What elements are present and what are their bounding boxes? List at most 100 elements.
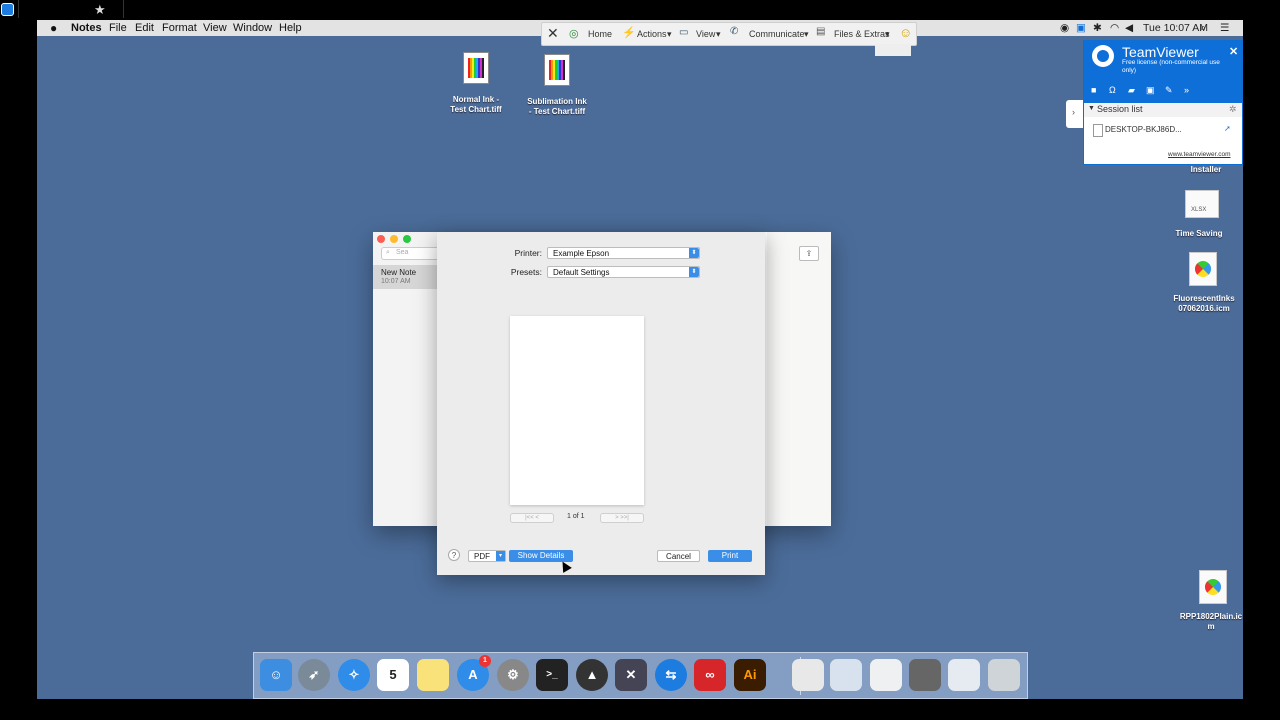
tiff-file-icon[interactable] — [463, 52, 489, 84]
inkscape-icon[interactable]: ▲ — [576, 659, 608, 691]
icc-profile-icon[interactable] — [1199, 570, 1227, 604]
calendar-icon[interactable]: 5 — [377, 659, 409, 691]
menu-help[interactable]: Help — [279, 22, 302, 34]
close-session-icon[interactable]: ✕ — [547, 25, 559, 42]
app-store-icon[interactable]: A 1 — [457, 655, 491, 691]
launchpad-icon[interactable]: ➶ — [298, 659, 330, 691]
toolbar-communicate[interactable]: Communicate — [749, 29, 805, 39]
notes-app-icon[interactable] — [417, 659, 449, 691]
bluetooth-icon[interactable]: ✱ — [1093, 22, 1102, 34]
triangle-down-icon: ▼ — [1088, 105, 1095, 112]
home-icon[interactable]: ◎ — [569, 27, 579, 40]
apple-menu-icon[interactable]: ● — [50, 21, 57, 35]
printer-label: Printer: — [514, 248, 542, 258]
dock: ☺ ➶ ✧ 5 A 1 ⚙ >_ ▲ ✕ ⇆ ∞ Ai — [253, 652, 1028, 699]
session-device-row[interactable]: DESKTOP-BKJ86D... ➚ — [1084, 123, 1242, 137]
menu-file[interactable]: File — [109, 22, 127, 34]
video-icon[interactable]: ■ — [1091, 85, 1096, 95]
finder-icon[interactable]: ☺ — [260, 659, 292, 691]
safari-icon[interactable]: ✧ — [338, 659, 370, 691]
pointer-icon[interactable]: ➚ — [1224, 124, 1231, 133]
menu-edit[interactable]: Edit — [135, 22, 154, 34]
menubar-clock[interactable]: Tue 10:07 AM — [1143, 22, 1208, 34]
label-line: FluorescentInks — [1173, 294, 1235, 303]
teamviewer-website-link[interactable]: www.teamviewer.com — [1168, 151, 1231, 158]
desktop-file-label[interactable]: FluorescentInks 07062016.icm — [1164, 294, 1243, 314]
icc-profile-icon[interactable] — [1189, 252, 1217, 286]
smiley-icon[interactable]: ☺ — [899, 25, 912, 40]
close-window-button[interactable] — [377, 235, 385, 243]
zoom-window-button[interactable] — [403, 235, 411, 243]
chevron-right-icon: › — [1072, 107, 1075, 117]
tiff-file-icon[interactable] — [544, 54, 570, 86]
select-arrows-icon: ⬍ — [689, 267, 699, 277]
window-thumbnail-icon[interactable] — [830, 659, 862, 691]
status-icon[interactable]: ◉ — [1060, 22, 1069, 34]
teamviewer-status-icon[interactable]: ▣ — [1076, 22, 1086, 34]
presets-select[interactable]: Default Settings ⬍ — [547, 266, 700, 278]
gear-icon[interactable]: ✲ — [1229, 104, 1237, 115]
toolbar-home[interactable]: Home — [588, 29, 612, 39]
previous-page-controls[interactable]: |<< < — [510, 513, 554, 523]
session-list-header[interactable]: ▼ Session list ✲ — [1084, 103, 1242, 117]
document-icon[interactable] — [792, 659, 824, 691]
window-thumbnail-icon[interactable] — [870, 659, 902, 691]
star-icon[interactable]: ★ — [94, 2, 106, 18]
monitor-icon[interactable]: ▭ — [679, 27, 688, 38]
window-thumbnail-icon[interactable] — [948, 659, 980, 691]
desktop-file-label[interactable]: Time Saving — [1164, 229, 1234, 239]
volume-icon[interactable]: ◀ — [1125, 22, 1133, 34]
spotlight-icon[interactable]: ⌕ — [1200, 22, 1206, 35]
menu-format[interactable]: Format — [162, 22, 197, 34]
toolbar-collapse-controls[interactable] — [875, 44, 911, 56]
more-icon[interactable]: » — [1184, 85, 1189, 95]
x11-icon[interactable]: ✕ — [615, 659, 647, 691]
notes-search-field[interactable]: ⌕ Sea — [381, 247, 439, 260]
actions-icon[interactable]: ⚡ — [622, 26, 636, 39]
teamviewer-dock-icon[interactable]: ⇆ — [655, 659, 687, 691]
next-page-controls[interactable]: > >>| — [600, 513, 644, 523]
note-list-item[interactable]: New Note 10:07 AM — [373, 265, 438, 289]
label-line: - Test Chart.tiff — [528, 107, 586, 116]
toolbar-actions[interactable]: Actions — [637, 29, 667, 39]
illustrator-window-thumbnail-icon[interactable] — [909, 659, 941, 691]
menu-app-name[interactable]: Notes — [71, 22, 102, 34]
files-icon[interactable]: ▤ — [816, 26, 825, 37]
illustrator-icon[interactable]: Ai — [734, 659, 766, 691]
menu-view[interactable]: View — [203, 22, 227, 34]
minimize-window-button[interactable] — [390, 235, 398, 243]
desktop-file-label[interactable]: RPP1802Plain.ic m — [1175, 612, 1243, 632]
note-editor-area[interactable] — [767, 232, 831, 526]
creative-cloud-icon[interactable]: ∞ — [694, 659, 726, 691]
teamviewer-host-icon[interactable] — [1, 3, 14, 16]
cancel-button[interactable]: Cancel — [657, 550, 700, 562]
host-separator — [18, 0, 19, 18]
pdf-menu-button[interactable]: PDF ▾ — [468, 550, 506, 562]
chat-icon[interactable]: ▰ — [1128, 85, 1135, 96]
xlsx-file-icon[interactable]: XLSX — [1185, 190, 1219, 218]
session-panel-expand-tab[interactable]: › — [1066, 100, 1083, 128]
phone-icon[interactable]: ✆ — [730, 26, 738, 37]
wifi-icon[interactable]: ◠ — [1110, 22, 1119, 34]
help-button[interactable]: ? — [448, 549, 460, 561]
trash-icon[interactable] — [988, 659, 1020, 691]
toolbar-files-extras[interactable]: Files & Extras — [834, 29, 890, 39]
teamviewer-toolbar: ✕ ◎ Home ⚡ Actions ▾ ▭ View ▾ ✆ Communic… — [541, 22, 917, 46]
system-preferences-icon[interactable]: ⚙ — [497, 659, 529, 691]
share-button[interactable]: ⇪ — [799, 246, 819, 261]
toolbar-view[interactable]: View — [696, 29, 715, 39]
note-time: 10:07 AM — [381, 278, 411, 285]
menu-window[interactable]: Window — [233, 22, 272, 34]
close-icon[interactable]: ✕ — [1229, 45, 1238, 58]
tools-icon[interactable]: ✎ — [1165, 85, 1173, 96]
desktop-file-label[interactable]: Sublimation Ink - Test Chart.tiff — [520, 97, 594, 117]
printer-select[interactable]: Example Epson ⬍ — [547, 247, 700, 259]
headset-icon[interactable]: Ω — [1109, 85, 1116, 95]
notification-center-icon[interactable]: ☰ — [1220, 22, 1229, 34]
desktop-file-label[interactable]: Installer — [1171, 165, 1241, 175]
terminal-icon[interactable]: >_ — [536, 659, 568, 691]
desktop-file-label[interactable]: Normal Ink - Test Chart.tiff — [441, 95, 511, 115]
print-button[interactable]: Print — [708, 550, 752, 562]
files-icon[interactable]: ▣ — [1146, 85, 1155, 96]
logo-inner — [1097, 50, 1109, 62]
